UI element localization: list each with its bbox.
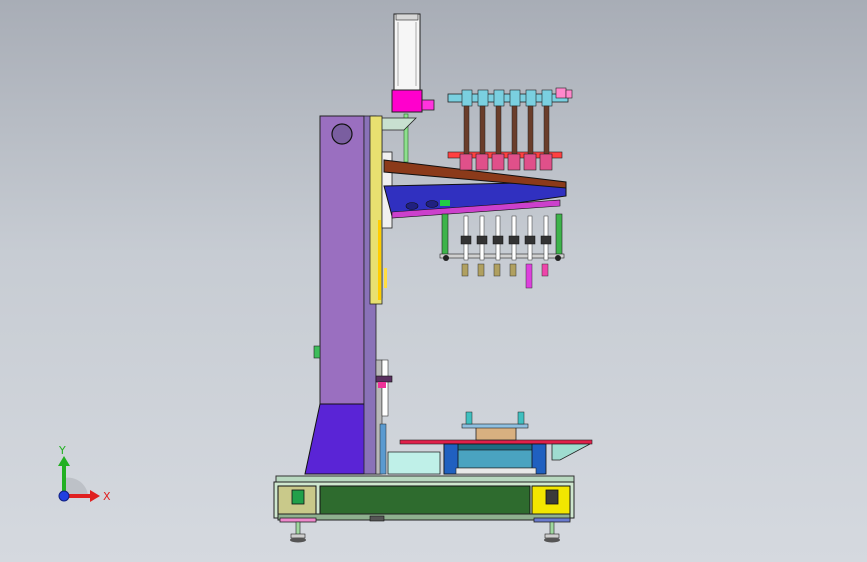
triad-x-label: X — [103, 490, 111, 503]
spindle-2 — [475, 89, 489, 277]
cad-viewport[interactable]: Y X — [0, 0, 867, 562]
triad-z-axis — [58, 490, 70, 502]
table-top — [399, 439, 593, 445]
table-left-wedge — [387, 451, 441, 475]
base-bottom-left-plate — [279, 517, 317, 523]
fixture-plate — [461, 423, 529, 429]
base-frame-panel — [319, 485, 531, 515]
table-lower-rail — [455, 467, 537, 475]
machine-drawing: Y X — [58, 13, 593, 543]
base-bottom-rail — [277, 513, 571, 521]
work-table — [387, 411, 593, 475]
column-pink-bar — [378, 382, 386, 388]
column-stopper — [375, 375, 393, 383]
base-assembly — [273, 475, 575, 543]
base-bottom-right-plate — [533, 517, 571, 523]
servo-motor — [377, 13, 435, 163]
table-right-wedge — [551, 443, 591, 461]
triad-y-label: Y — [58, 444, 66, 457]
motor-bracket — [377, 117, 417, 131]
column-hole — [331, 123, 353, 145]
table-center-inner — [455, 449, 535, 469]
spindle-1 — [459, 89, 473, 277]
column-left-tab — [313, 345, 321, 359]
base-top-plate — [275, 475, 575, 483]
base-center-tab — [369, 515, 385, 522]
motor-connector — [421, 99, 435, 111]
motor-cap — [395, 13, 419, 21]
motor-flange — [391, 89, 423, 113]
coordinate-triad[interactable]: Y X — [58, 444, 111, 503]
